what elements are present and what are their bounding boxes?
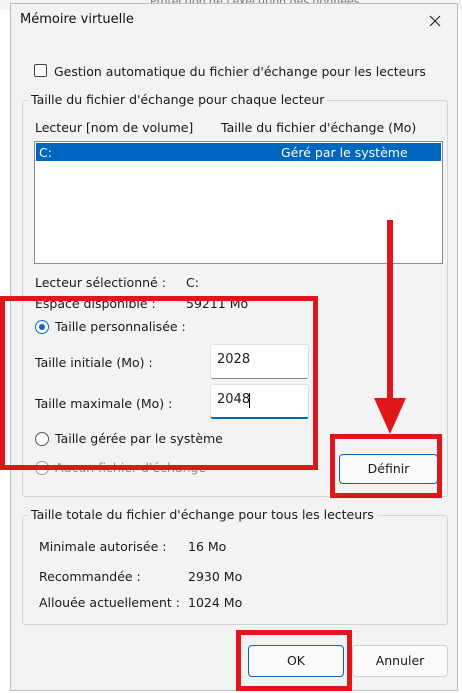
dialog-title: Mémoire virtuelle xyxy=(20,12,134,27)
max-size-input[interactable]: 2048 xyxy=(210,384,309,419)
per-drive-group-title: Taille du fichier d'échange pour chaque … xyxy=(28,92,328,107)
radio-system-managed[interactable] xyxy=(35,432,49,446)
max-size-label: Taille maximale (Mo) : xyxy=(35,396,173,411)
drive-row-size: Géré par le système xyxy=(281,145,408,160)
max-size-value: 2048 xyxy=(217,392,251,407)
drive-row-drive: C: xyxy=(39,145,52,160)
radio-system-managed-label: Taille gérée par le système xyxy=(55,431,223,446)
title-bar: Mémoire virtuelle xyxy=(11,4,457,38)
ok-button[interactable]: OK xyxy=(248,645,344,677)
selected-drive-label: Lecteur sélectionné : xyxy=(35,275,166,290)
initial-size-label: Taille initiale (Mo) : xyxy=(35,355,153,370)
selected-drive-value: C: xyxy=(186,275,199,290)
allocated-value: 1024 Mo xyxy=(188,595,243,610)
radio-no-paging-file[interactable] xyxy=(35,461,49,475)
total-group-title: Taille totale du fichier d'échange pour … xyxy=(28,507,377,522)
cancel-button[interactable]: Annuler xyxy=(352,645,448,677)
ok-button-label: OK xyxy=(286,653,306,668)
close-icon xyxy=(429,15,441,27)
free-space-value: 59211 Mo xyxy=(186,296,249,311)
radio-custom-size[interactable] xyxy=(35,320,49,334)
radio-no-paging-file-label: Aucun fichier d'échange xyxy=(55,460,207,475)
min-allowed-value: 16 Mo xyxy=(188,539,227,554)
set-button-label: Définir xyxy=(367,461,410,476)
min-allowed-label: Minimale autorisée : xyxy=(39,539,167,554)
auto-manage-checkbox[interactable] xyxy=(34,64,47,77)
initial-size-input[interactable]: 2028 xyxy=(210,344,309,379)
drive-row-c[interactable]: C: Géré par le système xyxy=(36,143,441,161)
text-caret xyxy=(249,393,250,408)
virtual-memory-dialog: Mémoire virtuelle Gestion automatique du… xyxy=(10,3,458,691)
drive-listbox[interactable]: C: Géré par le système xyxy=(34,141,443,264)
cancel-button-label: Annuler xyxy=(375,653,425,668)
radio-custom-size-label: Taille personnalisée : xyxy=(55,319,186,334)
set-button[interactable]: Définir xyxy=(339,454,438,484)
auto-manage-label: Gestion automatique du fichier d'échange… xyxy=(54,64,426,79)
allocated-label: Allouée actuellement : xyxy=(39,595,180,610)
column-header-size: Taille du fichier d'échange (Mo) xyxy=(221,120,417,135)
close-button[interactable] xyxy=(421,8,449,34)
recommended-value: 2930 Mo xyxy=(188,569,243,584)
recommended-label: Recommandée : xyxy=(39,569,141,584)
column-header-drive: Lecteur [nom de volume] xyxy=(35,120,194,135)
free-space-label: Espace disponible : xyxy=(35,296,156,311)
initial-size-value: 2028 xyxy=(217,352,251,367)
